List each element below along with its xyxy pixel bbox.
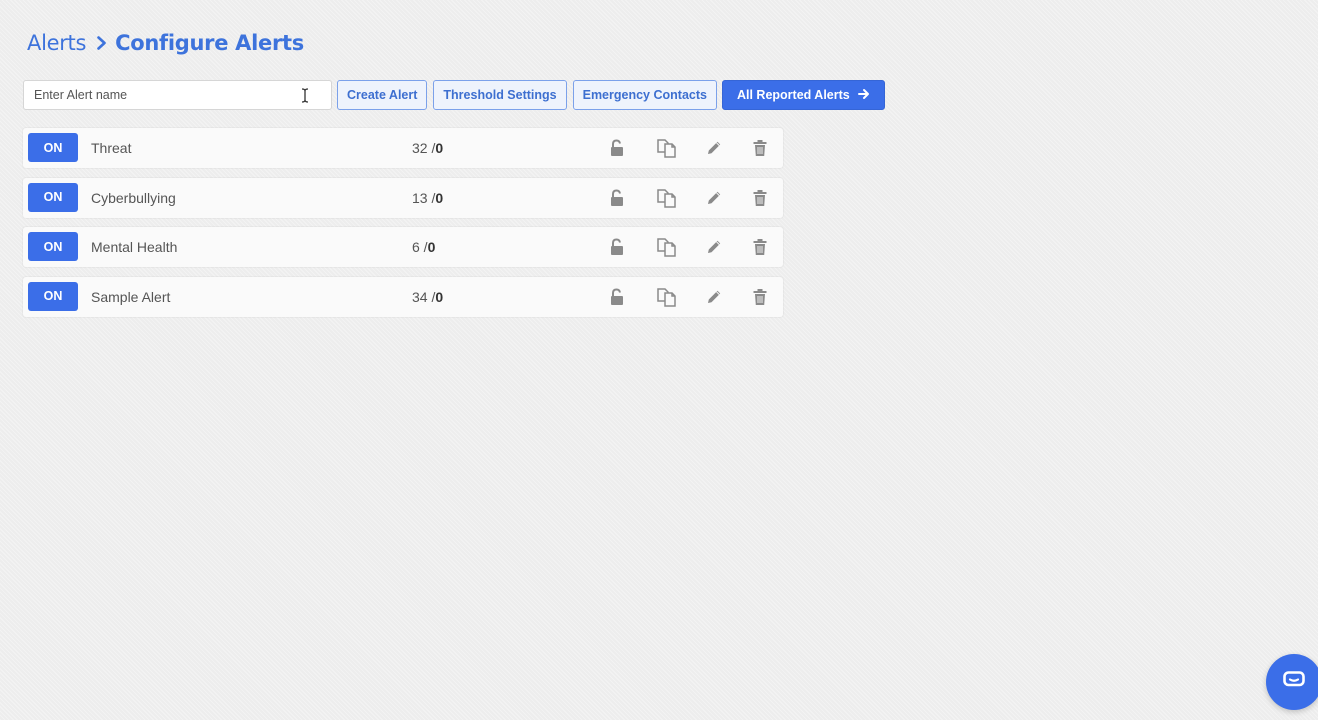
- unlock-icon[interactable]: [606, 236, 628, 258]
- alert-name: Mental Health: [91, 239, 178, 255]
- alert-toggle-button[interactable]: ON: [28, 281, 78, 311]
- alert-count: 34 /0: [412, 289, 443, 305]
- create-alert-button[interactable]: Create Alert: [337, 80, 428, 110]
- alert-count-value: 13 /: [412, 189, 436, 206]
- alert-count-value: 6 /: [412, 239, 428, 255]
- alert-list: ON Threat 32 /0 ON Cyberbullying 13 /0 O…: [23, 128, 783, 326]
- alert-row: ON Cyberbullying 13 /0: [23, 177, 783, 218]
- trash-icon[interactable]: [749, 236, 771, 258]
- pencil-icon[interactable]: [703, 187, 725, 209]
- alert-count-value: 34 /: [412, 288, 436, 305]
- copy-icon[interactable]: [656, 236, 678, 258]
- alert-count: 6 /0: [412, 239, 435, 255]
- alert-row: ON Mental Health 6 /0: [23, 227, 783, 267]
- alert-count: 13 /0: [412, 190, 443, 206]
- alert-toggle-button[interactable]: ON: [28, 133, 78, 162]
- unlock-icon[interactable]: [606, 187, 628, 209]
- alert-count-total: 0: [435, 288, 444, 305]
- text-cursor-icon: [301, 88, 309, 108]
- trash-icon[interactable]: [749, 286, 771, 308]
- pencil-icon[interactable]: [703, 236, 725, 258]
- chat-icon: [1283, 670, 1305, 694]
- copy-icon[interactable]: [656, 137, 678, 159]
- alert-row: ON Sample Alert 34 /0: [23, 276, 783, 317]
- alert-toggle-button[interactable]: ON: [28, 232, 78, 261]
- alert-count-total: 0: [435, 189, 444, 206]
- alert-name: Threat: [91, 140, 132, 156]
- copy-icon[interactable]: [656, 187, 678, 209]
- arrow-right-icon: [857, 88, 870, 103]
- toolbar: Create Alert Threshold Settings Emergenc…: [23, 80, 885, 110]
- unlock-icon[interactable]: [606, 137, 628, 159]
- alert-search-box: [23, 80, 332, 110]
- threshold-settings-button[interactable]: Threshold Settings: [433, 80, 567, 110]
- breadcrumb: Alerts Configure Alerts: [27, 31, 304, 55]
- page-title: Configure Alerts: [115, 31, 304, 55]
- trash-icon[interactable]: [749, 187, 771, 209]
- chat-launcher-button[interactable]: [1266, 654, 1318, 710]
- alert-toggle-button[interactable]: ON: [28, 182, 78, 212]
- alert-row: ON Threat 32 /0: [23, 128, 783, 168]
- unlock-icon[interactable]: [606, 286, 628, 308]
- alert-count-total: 0: [435, 140, 444, 156]
- alert-count-value: 32 /: [412, 140, 436, 156]
- trash-icon[interactable]: [749, 137, 771, 159]
- alert-count-total: 0: [427, 239, 436, 255]
- alert-name: Cyberbullying: [91, 189, 176, 206]
- emergency-contacts-button[interactable]: Emergency Contacts: [572, 80, 717, 110]
- chevron-right-icon: [96, 36, 107, 50]
- pencil-icon[interactable]: [703, 286, 725, 308]
- all-reported-alerts-label: All Reported Alerts: [736, 88, 850, 102]
- all-reported-alerts-button[interactable]: All Reported Alerts: [721, 80, 885, 110]
- alert-name-input[interactable]: [24, 81, 331, 109]
- copy-icon[interactable]: [656, 286, 678, 308]
- breadcrumb-alerts-link[interactable]: Alerts: [27, 31, 86, 55]
- alert-count: 32 /0: [412, 140, 443, 156]
- pencil-icon[interactable]: [703, 137, 725, 159]
- alert-name: Sample Alert: [91, 288, 171, 305]
